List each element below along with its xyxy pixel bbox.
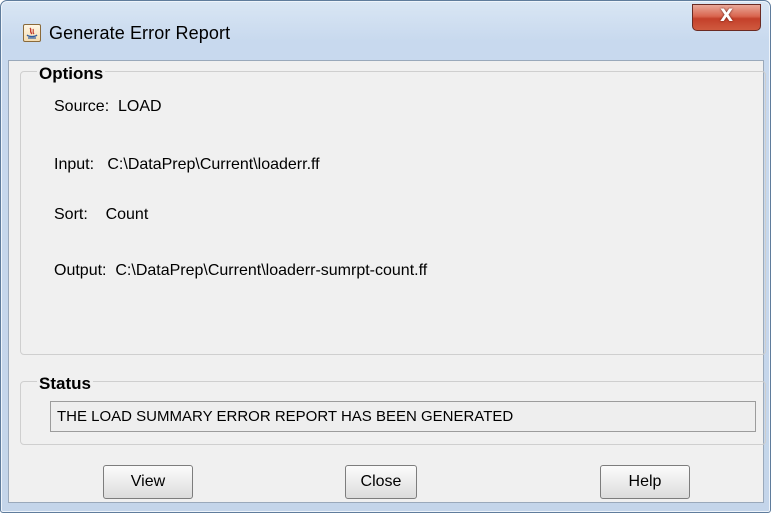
options-heading: Options (37, 64, 106, 84)
output-path-label: Output: C:\DataPrep\Current\loaderr-sumr… (54, 262, 428, 279)
input-path-label: Input: C:\DataPrep\Current\loaderr.ff (54, 156, 320, 173)
status-message-field: THE LOAD SUMMARY ERROR REPORT HAS BEEN G… (50, 401, 756, 432)
help-button[interactable]: Help (600, 465, 690, 499)
status-heading: Status (37, 374, 93, 394)
window-title: Generate Error Report (49, 23, 231, 43)
java-icon (23, 24, 41, 42)
close-icon: X (719, 6, 734, 26)
source-label: Source: LOAD (54, 98, 162, 115)
close-button[interactable]: Close (345, 465, 417, 499)
view-button[interactable]: View (103, 465, 193, 499)
window-close-button[interactable]: X (692, 4, 761, 31)
sort-label: Sort: Count (54, 206, 149, 223)
title-bar[interactable]: Generate Error Report X (1, 1, 770, 53)
